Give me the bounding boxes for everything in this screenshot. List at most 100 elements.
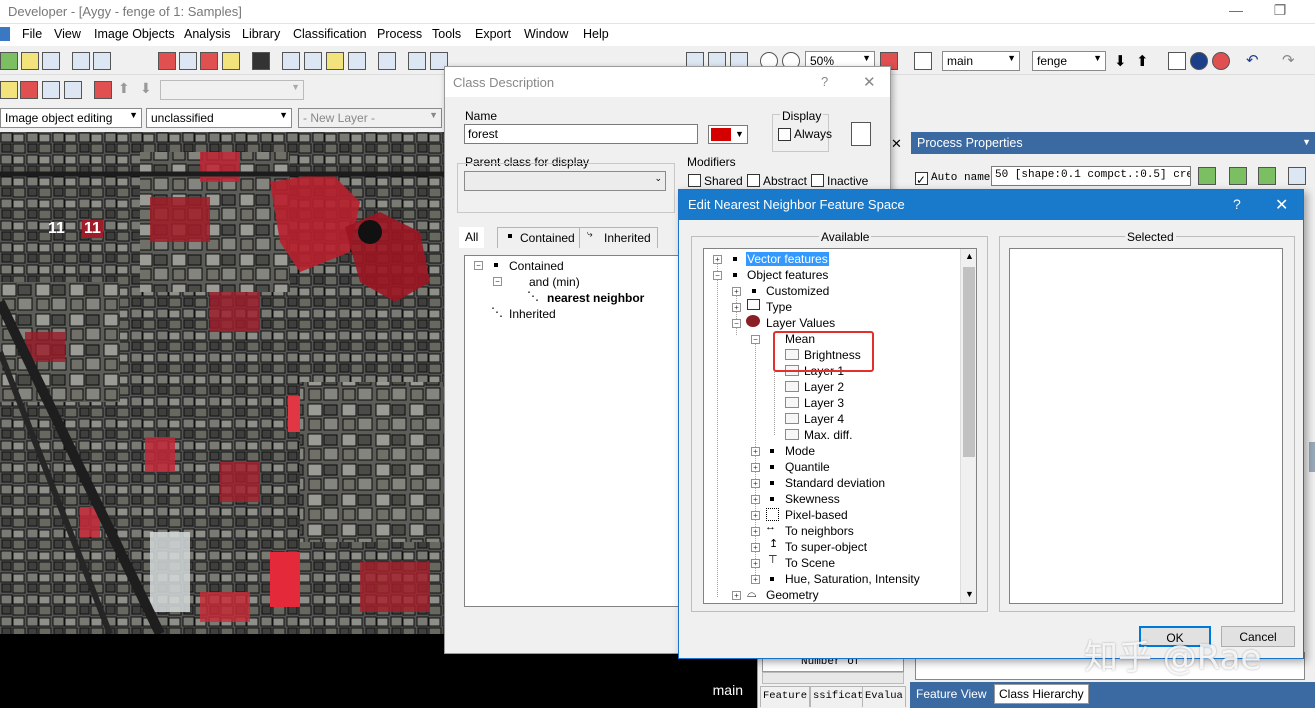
horizontal-scrollbar[interactable] [762,672,904,684]
collapse-icon[interactable]: − [474,261,483,270]
tab-evaluation[interactable]: Evalua [862,686,906,707]
available-feature-tree[interactable]: ▲ ▼ + Vector features − Object features … [703,248,977,604]
panel-menu-icon[interactable]: ▼ [1302,137,1311,147]
expand-icon[interactable]: + [732,287,741,296]
edit-mode-combo[interactable]: Image object editing ▼ [0,108,142,128]
tree-skewness[interactable]: Skewness [785,492,840,506]
pixel-view-icon[interactable] [348,52,366,70]
tree-layer-4[interactable]: Layer 4 [804,412,844,426]
tree-layer-3[interactable]: Layer 3 [804,396,844,410]
abstract-checkbox[interactable] [747,174,760,187]
redo-icon[interactable]: ↷ [1282,51,1295,69]
class-name-field[interactable]: forest [464,124,698,144]
move-down-icon[interactable]: ⬇ [140,80,152,97]
tree-scrollbar[interactable]: ▲ ▼ [960,249,976,603]
tree-standard-deviation[interactable]: Standard deviation [785,476,885,490]
expand-icon[interactable]: + [751,495,760,504]
tree-contained[interactable]: Contained [509,259,564,273]
expand-icon[interactable]: + [751,479,760,488]
tree-nearest-neighbor[interactable]: nearest neighbor [547,291,644,305]
menu-library[interactable]: Library [242,27,280,41]
tree-hsi[interactable]: Hue, Saturation, Intensity [785,572,920,586]
open-project-icon[interactable] [0,52,18,70]
class-expression-tree[interactable]: − Contained − and (min) ⋱ nearest neighb… [464,255,684,607]
minimize-icon[interactable]: — [1228,2,1244,20]
tab-feature[interactable]: Feature [760,686,811,707]
tree-mode[interactable]: Mode [785,444,815,458]
expand-icon[interactable]: + [751,543,760,552]
tree-to-neighbors[interactable]: To neighbors [785,524,854,538]
panel-close-icon[interactable]: ✕ [891,136,902,152]
tree-customized[interactable]: Customized [766,284,829,298]
close-icon[interactable]: ✕ [1275,195,1288,215]
classification-view-icon[interactable] [326,52,344,70]
tree-layer-2[interactable]: Layer 2 [804,380,844,394]
menu-window[interactable]: Window [524,27,568,41]
expand-icon[interactable]: + [732,303,741,312]
tree-layer-values[interactable]: Layer Values [766,316,835,330]
outline-icon[interactable] [304,52,322,70]
tree-to-super-object[interactable]: To super-object [785,540,867,554]
tree-to-scene[interactable]: To Scene [785,556,835,570]
collapse-icon[interactable]: − [713,271,722,280]
classify-icon[interactable] [94,81,112,99]
auto-name-checkbox[interactable]: ✓ [915,172,928,187]
process-name-field[interactable]: 50 [shape:0.1 compct.:0.5] creati [991,166,1191,186]
map-combo[interactable]: fenge ▼ [1032,51,1106,71]
save-icon[interactable] [42,52,60,70]
move-up-icon[interactable]: ⬆ [118,80,130,97]
inactive-checkbox[interactable] [811,174,824,187]
sample-icon[interactable] [252,52,270,70]
restore-icon[interactable]: ❐ [1272,2,1288,20]
menu-view[interactable]: View [54,27,81,41]
split-view-icon[interactable] [378,52,396,70]
class-hierarchy-icon[interactable] [200,52,218,70]
info-icon[interactable] [1190,52,1208,70]
collapse-icon[interactable]: − [751,335,760,344]
scroll-up-icon[interactable]: ▲ [965,251,974,261]
expand-icon[interactable]: + [713,255,722,264]
tab-class-hierarchy[interactable]: Class Hierarchy [994,684,1089,704]
class-color-picker[interactable]: ▼ [708,125,748,144]
object-info-icon[interactable] [179,52,197,70]
panel-splitter[interactable] [1309,442,1315,472]
error-icon[interactable] [1212,52,1230,70]
class-combo[interactable]: unclassified ▼ [146,108,292,128]
scroll-thumb[interactable] [963,267,975,457]
merge-icon[interactable] [42,81,60,99]
tree-type[interactable]: Type [766,300,792,314]
expand-icon[interactable]: + [751,511,760,520]
toolbar-grid-icon[interactable] [408,52,426,70]
arrow-up-icon[interactable]: ⬆ [1136,52,1149,70]
add-process-icon[interactable] [1198,167,1216,185]
expand-icon[interactable]: + [751,527,760,536]
collapse-icon[interactable]: − [493,277,502,286]
menu-file[interactable]: File [22,27,42,41]
shared-checkbox[interactable] [688,174,701,187]
menu-classification[interactable]: Classification [293,27,367,41]
collapse-icon[interactable]: − [732,319,741,328]
document-icon[interactable] [851,122,871,146]
open-folder-icon[interactable] [21,52,39,70]
expand-icon[interactable]: + [751,575,760,584]
image-layer-combo[interactable]: main ▼ [942,51,1020,71]
menu-tools[interactable]: Tools [432,27,461,41]
menu-help[interactable]: Help [583,27,609,41]
menu-process[interactable]: Process [377,27,422,41]
copy-icon[interactable] [93,52,111,70]
selected-feature-list[interactable] [1009,248,1283,604]
tree-pixel-based[interactable]: Pixel-based [785,508,848,522]
process-tree-icon[interactable] [158,52,176,70]
tree-max-diff[interactable]: Max. diff. [804,428,852,442]
arrow-down-icon[interactable]: ⬇ [1114,52,1127,70]
menu-analysis[interactable]: Analysis [184,27,231,41]
help-icon[interactable]: ? [821,74,828,89]
image-view[interactable]: 11 11 [0,132,444,634]
expand-icon[interactable]: + [732,591,741,600]
tab-all[interactable]: All [459,227,485,248]
feature-view-icon[interactable] [222,52,240,70]
close-icon[interactable]: ✕ [863,73,876,91]
menu-export[interactable]: Export [475,27,511,41]
new-window-icon[interactable] [72,52,90,70]
insert-process-icon[interactable] [1229,167,1247,185]
